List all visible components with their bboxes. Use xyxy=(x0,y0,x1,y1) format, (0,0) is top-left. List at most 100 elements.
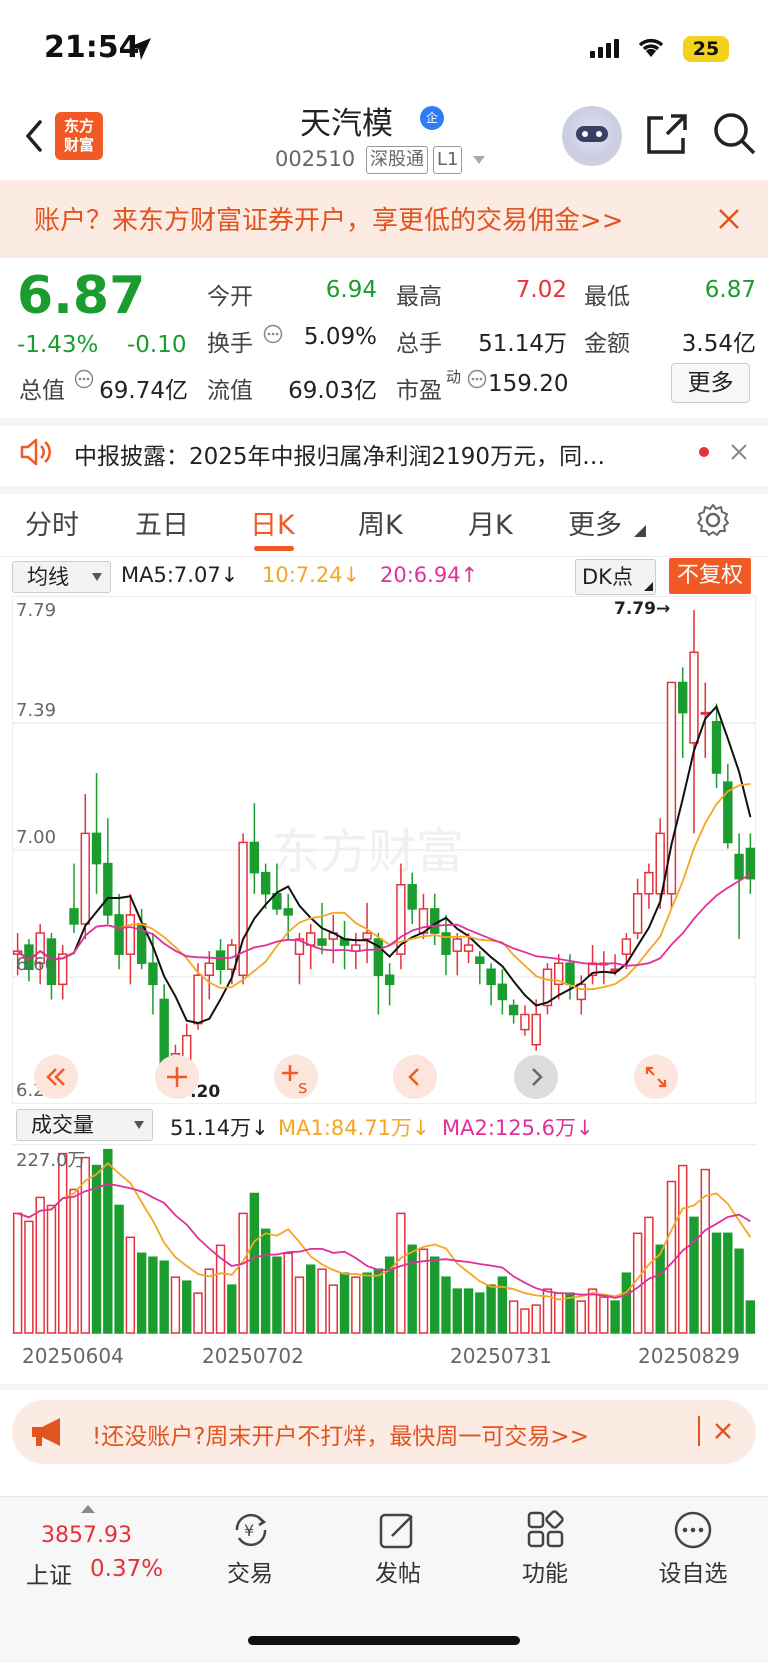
more-quote-button[interactable]: 更多 xyxy=(671,363,750,403)
candle-body[interactable] xyxy=(125,914,136,955)
volume-bar[interactable] xyxy=(373,1268,384,1334)
volume-bar[interactable] xyxy=(700,1168,710,1334)
candle-body[interactable] xyxy=(508,1004,519,1016)
candle-body[interactable] xyxy=(249,841,260,874)
promo-banner-text[interactable]: 账户？来东方财富证券开户，享更低的交易佣金>> xyxy=(34,200,624,237)
volume-bar[interactable] xyxy=(193,1292,203,1334)
edit-post-icon[interactable] xyxy=(378,1510,418,1550)
volume-bar[interactable] xyxy=(227,1284,237,1334)
search-icon[interactable] xyxy=(711,110,757,156)
volume-bar[interactable] xyxy=(497,1276,508,1334)
volume-bar[interactable] xyxy=(159,1260,169,1334)
functions-grid-icon[interactable] xyxy=(526,1510,566,1550)
index-value[interactable]: 3857.93 xyxy=(41,1523,132,1548)
candle-body[interactable] xyxy=(475,956,485,964)
candle-body[interactable] xyxy=(678,681,688,714)
nav-functions[interactable]: 功能 xyxy=(500,1554,590,1588)
volume-bar[interactable] xyxy=(576,1300,586,1334)
nav-custom-watchlist[interactable]: 设自选 xyxy=(648,1554,738,1588)
candle-body[interactable] xyxy=(238,841,248,977)
zoom-in-button[interactable] xyxy=(155,1055,199,1099)
candle-body[interactable] xyxy=(91,832,102,865)
tab-more[interactable]: 更多 xyxy=(568,503,622,542)
tab-intraday[interactable]: 分时 xyxy=(25,503,79,542)
scroll-left-button[interactable] xyxy=(393,1055,437,1099)
info-icon[interactable] xyxy=(74,369,94,389)
info-icon[interactable] xyxy=(467,369,487,389)
volume-bar[interactable] xyxy=(621,1272,632,1334)
volume-bar[interactable] xyxy=(452,1288,462,1334)
volume-bar[interactable] xyxy=(294,1276,305,1334)
volume-bar[interactable] xyxy=(148,1256,158,1334)
candle-body[interactable] xyxy=(204,962,214,977)
volume-bar[interactable] xyxy=(531,1304,541,1334)
dropdown-triangle-icon[interactable] xyxy=(472,155,486,165)
volume-bar[interactable] xyxy=(283,1252,293,1334)
volume-bar[interactable] xyxy=(170,1276,181,1334)
candle-body[interactable] xyxy=(114,914,124,955)
volume-bar[interactable] xyxy=(91,1164,102,1334)
volume-bar[interactable] xyxy=(362,1272,372,1334)
candle-body[interactable] xyxy=(689,651,699,744)
volume-bar[interactable] xyxy=(35,1196,45,1334)
volume-bar[interactable] xyxy=(114,1204,124,1334)
nav-trade[interactable]: 交易 xyxy=(205,1554,295,1588)
volume-bar[interactable] xyxy=(396,1212,406,1334)
volume-chart[interactable] xyxy=(12,1144,756,1336)
volume-bar[interactable] xyxy=(655,1244,665,1334)
tab-monthly-k[interactable]: 月K xyxy=(468,503,513,542)
volume-bar[interactable] xyxy=(125,1236,136,1334)
candle-body[interactable] xyxy=(565,962,575,986)
close-icon[interactable] xyxy=(730,443,748,461)
volume-bar[interactable] xyxy=(306,1264,316,1334)
volume-bar[interactable] xyxy=(666,1180,677,1334)
add-s-button[interactable]: s xyxy=(274,1055,318,1099)
more-options-icon[interactable] xyxy=(673,1510,713,1550)
volume-bar[interactable] xyxy=(339,1272,350,1334)
volume-bar[interactable] xyxy=(103,1148,113,1334)
volume-bar[interactable] xyxy=(69,1188,79,1334)
scroll-right-button[interactable] xyxy=(514,1055,558,1099)
candle-body[interactable] xyxy=(700,711,710,715)
volume-bar[interactable] xyxy=(136,1252,147,1334)
candle-body[interactable] xyxy=(362,932,372,940)
candle-body[interactable] xyxy=(520,1013,530,1031)
volume-bar[interactable] xyxy=(317,1268,327,1334)
share-icon[interactable] xyxy=(645,112,689,156)
volume-bar[interactable] xyxy=(351,1276,361,1334)
fullscreen-button[interactable] xyxy=(634,1055,678,1099)
trade-icon[interactable]: ¥ xyxy=(229,1510,273,1550)
volume-bar[interactable] xyxy=(508,1300,519,1334)
candle-body[interactable] xyxy=(463,944,474,952)
candle-body[interactable] xyxy=(430,908,440,934)
close-icon[interactable] xyxy=(713,1421,733,1441)
back-arrow-icon[interactable] xyxy=(16,112,56,160)
candle-body[interactable] xyxy=(497,983,508,1001)
volume-bar[interactable] xyxy=(486,1284,496,1334)
candle-body[interactable] xyxy=(193,974,203,1025)
nav-post[interactable]: 发帖 xyxy=(353,1554,443,1588)
adjust-mode-button[interactable]: 不复权 xyxy=(669,558,751,594)
candle-body[interactable] xyxy=(69,908,79,925)
volume-bar[interactable] xyxy=(599,1296,609,1334)
volume-bar[interactable] xyxy=(260,1228,271,1334)
candle-body[interactable] xyxy=(711,720,722,774)
close-icon[interactable] xyxy=(717,207,741,231)
candle-body[interactable] xyxy=(317,938,327,946)
candle-body[interactable] xyxy=(215,950,226,970)
volume-bar[interactable] xyxy=(407,1244,417,1334)
volume-bar[interactable] xyxy=(587,1288,598,1334)
volume-bar[interactable] xyxy=(182,1280,192,1334)
volume-bar[interactable] xyxy=(58,1152,68,1334)
volume-bar[interactable] xyxy=(24,1220,34,1334)
candle-body[interactable] xyxy=(644,871,654,895)
ad-text[interactable]: !还没账户?周末开户不打烊，最快周一可交易>> xyxy=(92,1417,589,1451)
volume-bar[interactable] xyxy=(610,1300,620,1334)
candle-body[interactable] xyxy=(80,832,90,925)
candle-body[interactable] xyxy=(452,938,462,952)
index-change[interactable]: 0.37% xyxy=(90,1556,163,1582)
candle-body[interactable] xyxy=(407,883,417,910)
volume-bar[interactable] xyxy=(204,1268,214,1334)
volume-bar[interactable] xyxy=(272,1256,282,1334)
tab-weekly-k[interactable]: 周K xyxy=(358,503,403,542)
